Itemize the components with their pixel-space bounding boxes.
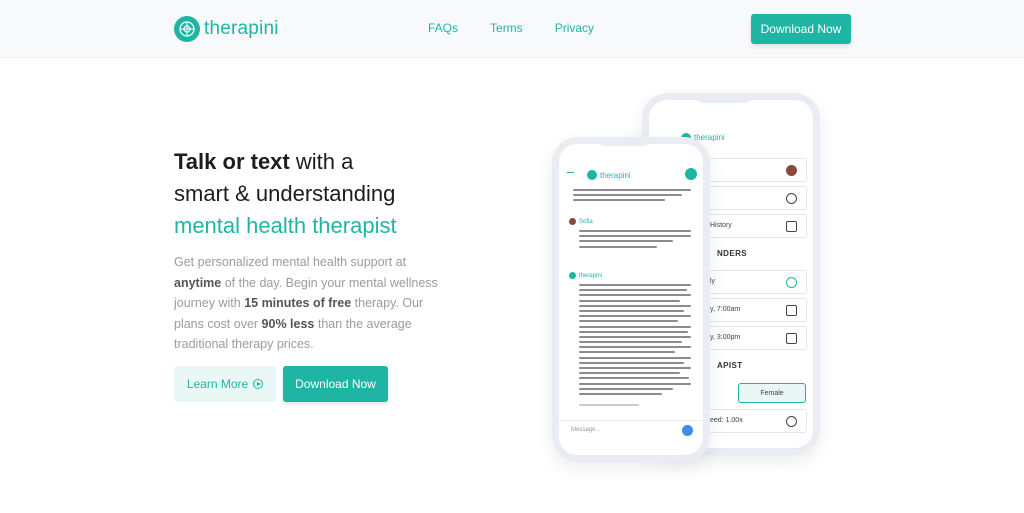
- row-label: y, 3:00pm: [710, 334, 741, 341]
- phone-screen: therapini Sofia therapini Message...: [559, 144, 703, 455]
- user-icon: [786, 193, 797, 204]
- clear-icon: [786, 221, 797, 232]
- avatar-icon: [786, 165, 797, 176]
- row-label: y, 7:00am: [710, 306, 741, 313]
- chat-topbar: therapini: [559, 168, 703, 184]
- brand-logo[interactable]: therapini: [174, 16, 279, 42]
- logo-icon: [569, 272, 576, 279]
- headline-rest: with a: [289, 149, 354, 174]
- mini-logo-text: therapini: [600, 170, 631, 180]
- logo-icon: [587, 170, 597, 180]
- headline-line2: smart & understanding: [174, 181, 396, 206]
- female-option: Female: [738, 383, 806, 403]
- hero-description: Get personalized mental health support a…: [174, 252, 449, 355]
- learn-more-label: Learn More: [186, 377, 249, 391]
- message-input[interactable]: Message...: [559, 420, 703, 442]
- main-nav: FAQs Terms Privacy: [428, 21, 626, 35]
- row-label: History: [710, 222, 732, 229]
- chat-sender-therapist: therapini: [569, 272, 602, 279]
- logo-text: therapini: [204, 18, 279, 39]
- alarm-icon: [786, 305, 797, 316]
- logo-icon: [174, 16, 200, 42]
- section-reminders: NDERS: [717, 249, 748, 258]
- row-label: eed: 1.00x: [710, 417, 743, 424]
- nav-link-faqs[interactable]: FAQs: [428, 21, 458, 35]
- desc-part: Get personalized mental health support a…: [174, 255, 407, 269]
- info-icon: [786, 277, 797, 288]
- row-label: ly: [710, 278, 716, 285]
- desc-bold: anytime: [174, 275, 222, 290]
- desc-bold: 15 minutes of free: [244, 296, 352, 310]
- message-placeholder: Message...: [571, 427, 601, 433]
- menu-icon: [567, 172, 574, 173]
- play-icon: [253, 379, 264, 389]
- chat-message-text: [579, 230, 691, 251]
- nav-link-privacy[interactable]: Privacy: [555, 21, 594, 35]
- send-icon: [682, 425, 693, 436]
- hero-headline: Talk or text with a smart & understandin…: [174, 146, 397, 242]
- chat-message-text: [579, 284, 691, 398]
- sender-name: Sofia: [579, 218, 593, 225]
- speed-icon: [786, 416, 797, 427]
- headline-accent: mental health therapist: [174, 213, 397, 238]
- site-header: therapini FAQs Terms Privacy Download No…: [0, 0, 1024, 58]
- chat-timestamp: [579, 404, 639, 409]
- phone-mockup-chat: therapini Sofia therapini Message...: [552, 137, 710, 462]
- avatar-icon: [569, 218, 576, 225]
- section-therapist: APIST: [717, 361, 743, 370]
- phone-notch: [694, 93, 754, 103]
- nav-link-terms[interactable]: Terms: [490, 21, 523, 35]
- headline-strong: Talk or text: [174, 149, 290, 174]
- chat-sender-user: Sofia: [569, 218, 593, 225]
- chat-message-text: [573, 189, 691, 205]
- hero-download-button[interactable]: Download Now: [283, 366, 388, 402]
- header-download-button[interactable]: Download Now: [751, 14, 851, 44]
- phone-call-icon: [685, 168, 697, 180]
- mini-logo: therapini: [587, 170, 631, 180]
- phone-notch: [596, 137, 652, 146]
- alarm-icon: [786, 333, 797, 344]
- learn-more-button[interactable]: Learn More: [174, 366, 276, 402]
- landing-page: therapini FAQs Terms Privacy Download No…: [0, 0, 1024, 513]
- desc-bold: 90% less: [261, 316, 315, 331]
- sender-name: therapini: [579, 272, 603, 279]
